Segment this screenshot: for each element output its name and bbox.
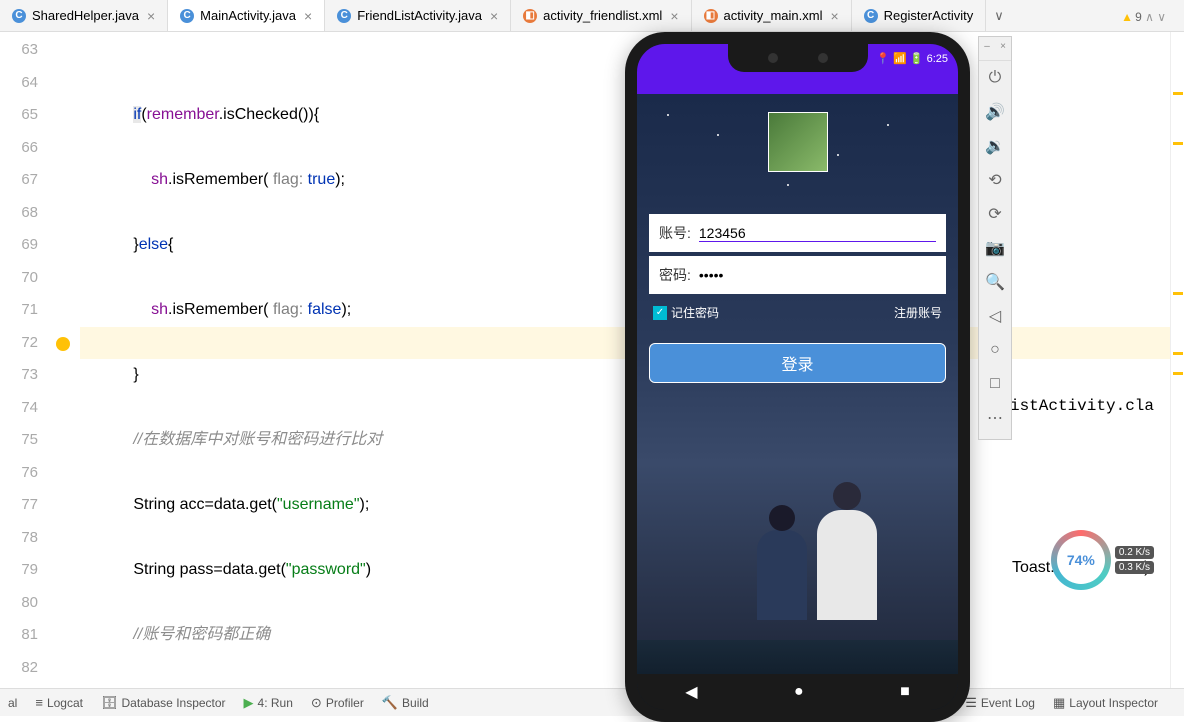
back-icon[interactable]: ◀ [685,682,697,702]
editor-tabs: CSharedHelper.java× CMainActivity.java× … [0,0,1184,32]
check-icon: ✓ [653,306,667,320]
register-link[interactable]: 注册账号 [894,304,942,321]
account-label: 账号: [659,223,691,243]
remember-checkbox[interactable]: ✓记住密码 [653,304,719,321]
gutter-icons [46,32,80,688]
warning-icon: ▲ [1121,10,1133,24]
volume-up-icon[interactable]: 🔊 [979,95,1011,129]
app-background [637,94,958,710]
window-close-icon[interactable]: × [995,41,1011,60]
sb-eventlog[interactable]: ☰Event Log [965,695,1035,711]
illustration-person2 [817,510,877,620]
password-input[interactable] [699,267,936,283]
tab-activity-friendlist-xml[interactable]: ◧activity_friendlist.xml× [511,0,691,31]
account-row: 账号: [649,214,946,252]
tab-sharedhelper[interactable]: CSharedHelper.java× [0,0,168,31]
power-icon[interactable]: ⏻ [979,61,1011,95]
login-button[interactable]: 登录 [649,343,946,383]
profiler-icon: ⊙ [311,695,322,711]
location-icon: 📍 [876,53,890,65]
camera-icon[interactable]: 📷 [979,231,1011,265]
sb-profiler[interactable]: ⊙Profiler [311,695,364,711]
tab-overflow-icon[interactable]: ∨ [986,8,1012,24]
close-icon[interactable]: × [147,8,155,24]
speed-percent: 74% [1057,536,1105,584]
emu-back-icon[interactable]: ◁ [979,299,1011,333]
tab-friendlistactivity[interactable]: CFriendListActivity.java× [325,0,511,31]
home-icon[interactable]: ● [794,683,804,701]
layout-icon: ▦ [1053,695,1065,711]
minimize-icon[interactable]: – [979,41,995,60]
sb-layout[interactable]: ▦Layout Inspector [1053,695,1158,711]
tab-mainactivity[interactable]: CMainActivity.java× [168,0,325,31]
recent-icon[interactable]: ■ [900,683,910,701]
device-notch [728,44,868,72]
more-icon[interactable]: ⋯ [979,401,1011,435]
line-gutter: 6364656667686970717273747576777879808182 [0,32,46,688]
account-input[interactable] [699,225,936,242]
zoom-icon[interactable]: 🔍 [979,265,1011,299]
battery-icon: 🔋 [910,53,924,65]
emulator-device: 📍 📶 🔋 6:25 账号: 密码: ✓记住密码 注册账号 登录 [625,32,970,722]
emulator-screen[interactable]: 📍 📶 🔋 6:25 账号: 密码: ✓记住密码 注册账号 登录 [637,44,958,710]
sb-logcat[interactable]: ≡Logcat [35,695,83,710]
close-icon[interactable]: × [304,8,312,24]
wifi-icon: 📶 [893,53,907,65]
sb-terminal[interactable]: al [8,696,17,710]
play-icon: ▶ [244,695,254,711]
password-label: 密码: [659,265,691,285]
hammer-icon: 🔨 [382,695,398,711]
speed-widget[interactable]: 74% 0.2 K/s0.3 K/s [1051,530,1154,590]
lightbulb-icon[interactable] [56,337,70,351]
error-stripe[interactable] [1170,32,1184,688]
login-form: 账号: 密码: ✓记住密码 注册账号 登录 [649,214,946,383]
emu-recent-icon[interactable]: □ [979,367,1011,401]
avatar-image [768,112,828,172]
status-bar: al ≡Logcat 🗄Database Inspector ▶4: Run ⊙… [0,688,1184,716]
database-icon: 🗄 [101,695,118,711]
sb-database[interactable]: 🗄Database Inspector [101,695,226,711]
logcat-icon: ≡ [35,695,43,710]
rotate-left-icon[interactable]: ⟲ [979,163,1011,197]
tab-activity-main-xml[interactable]: ◧activity_main.xml× [692,0,852,31]
volume-down-icon[interactable]: 🔉 [979,129,1011,163]
close-icon[interactable]: × [670,8,678,24]
sb-build[interactable]: 🔨Build [382,695,429,711]
emulator-toolbar: –× ⏻ 🔊 🔉 ⟲ ⟳ 📷 🔍 ◁ ○ □ ⋯ [978,36,1012,440]
password-row: 密码: [649,256,946,294]
rotate-right-icon[interactable]: ⟳ [979,197,1011,231]
tab-registeractivity[interactable]: CRegisterActivity [852,0,987,31]
emu-home-icon[interactable]: ○ [979,333,1011,367]
phone-navbar: ◀ ● ■ [637,674,958,710]
close-icon[interactable]: × [490,8,498,24]
sb-run[interactable]: ▶4: Run [244,695,293,711]
illustration-person1 [757,530,807,620]
warnings-badge[interactable]: ▲9 ∧ ∨ [1121,10,1166,24]
speed-labels: 0.2 K/s0.3 K/s [1115,544,1154,576]
close-icon[interactable]: × [830,8,838,24]
